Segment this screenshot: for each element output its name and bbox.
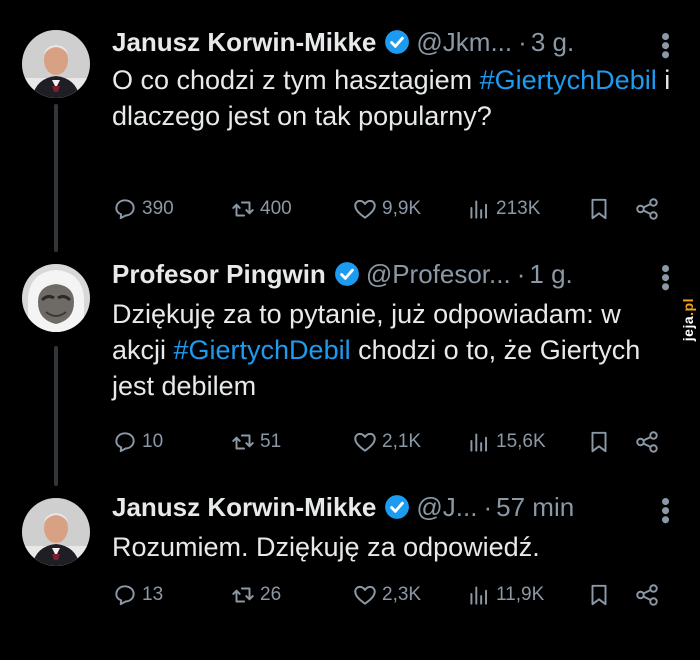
views-count: 15,6K	[496, 431, 546, 452]
repost-count: 400	[260, 198, 292, 219]
watermark-logo: jeja.pl	[680, 298, 696, 341]
views-icon	[470, 200, 488, 219]
repost-button[interactable]: 26	[230, 580, 281, 610]
repost-count: 51	[260, 431, 282, 452]
share-icon	[636, 198, 658, 220]
share-icon	[636, 584, 658, 606]
more-icon[interactable]: •••	[651, 264, 681, 291]
views-count: 213K	[496, 198, 541, 219]
views-button[interactable]: 15,6K	[466, 427, 546, 457]
reply-count: 13	[142, 584, 164, 605]
tweet-header: Janusz Korwin-Mikke @J... · 57 min	[112, 489, 574, 525]
share-button[interactable]	[634, 580, 660, 610]
bookmark-icon	[591, 198, 607, 220]
repost-icon	[232, 434, 254, 450]
avatar[interactable]	[22, 498, 90, 566]
author-name[interactable]: Profesor Pingwin	[112, 259, 326, 290]
watermark-brand: jeja	[680, 315, 696, 342]
action-bar: 10 51 2,1K 15,6K	[112, 427, 672, 457]
like-button[interactable]: 9,9K	[352, 194, 421, 224]
share-button[interactable]	[634, 427, 660, 457]
tweet-text: O co chodzi z tym hasztagiem #GiertychDe…	[112, 62, 672, 134]
reply-icon	[115, 432, 135, 453]
reply-button[interactable]: 13	[112, 580, 163, 610]
timestamp[interactable]: 3 g.	[531, 27, 574, 58]
share-icon	[636, 431, 658, 453]
reply-icon	[115, 199, 135, 220]
action-bar: 13 26 2,3K 11,9K	[112, 580, 672, 610]
views-icon	[470, 433, 488, 452]
like-button[interactable]: 2,1K	[352, 427, 421, 457]
repost-button[interactable]: 51	[230, 427, 281, 457]
tweet-text: Rozumiem. Dziękuję za odpowiedź.	[112, 529, 672, 565]
bookmark-button[interactable]	[586, 427, 612, 457]
author-name[interactable]: Janusz Korwin-Mikke	[112, 492, 376, 523]
avatar[interactable]	[22, 30, 90, 98]
like-count: 9,9K	[382, 198, 422, 219]
repost-icon	[232, 201, 254, 217]
like-count: 2,3K	[382, 584, 422, 605]
tweet-text-part: Rozumiem. Dziękuję za odpowiedź.	[112, 532, 540, 562]
like-count: 2,1K	[382, 431, 422, 452]
views-count: 11,9K	[496, 584, 545, 605]
repost-icon	[232, 587, 254, 603]
reply-button[interactable]: 10	[112, 427, 163, 457]
more-icon[interactable]: •••	[651, 497, 681, 524]
like-icon	[354, 199, 376, 219]
timestamp[interactable]: 1 g.	[529, 259, 572, 290]
tweet-text: Dziękuję za to pytanie, już odpowiadam: …	[112, 296, 672, 404]
separator-dot: ·	[518, 26, 527, 57]
like-icon	[354, 585, 376, 605]
verified-badge-icon	[385, 30, 410, 54]
separator-dot: ·	[516, 258, 526, 289]
author-handle[interactable]: @J...	[416, 492, 477, 523]
separator-dot: ·	[483, 491, 493, 522]
avatar[interactable]	[22, 264, 90, 332]
tweet-text-part: O co chodzi z tym hasztagiem	[112, 65, 480, 95]
more-icon[interactable]: •••	[651, 32, 681, 59]
like-button[interactable]: 2,3K	[352, 580, 421, 610]
bookmark-button[interactable]	[586, 194, 612, 224]
reply-button[interactable]: 390	[112, 194, 174, 224]
share-button[interactable]	[634, 194, 660, 224]
bookmark-icon	[591, 431, 607, 453]
hashtag-link[interactable]: #GiertychDebil	[174, 335, 351, 365]
author-name[interactable]: Janusz Korwin-Mikke	[112, 27, 376, 58]
tweet-header: Profesor Pingwin @Profesor... · 1 g.	[112, 256, 573, 292]
repost-count: 26	[260, 584, 282, 605]
views-icon	[470, 586, 488, 605]
reply-count: 390	[142, 198, 174, 219]
thread-line	[54, 104, 58, 252]
views-button[interactable]: 213K	[466, 194, 540, 224]
timestamp[interactable]: 57 min	[496, 492, 574, 523]
reply-icon	[115, 585, 135, 606]
verified-badge-icon	[334, 262, 359, 286]
action-bar: 390 400 9,9K 213K	[112, 194, 672, 224]
bookmark-icon	[591, 584, 607, 606]
repost-button[interactable]: 400	[230, 194, 292, 224]
hashtag-link[interactable]: #GiertychDebil	[480, 65, 657, 95]
reply-count: 10	[142, 431, 164, 452]
like-icon	[354, 432, 376, 452]
views-button[interactable]: 11,9K	[466, 580, 544, 610]
thread-line	[54, 346, 58, 486]
tweet-header: Janusz Korwin-Mikke @Jkm... · 3 g.	[112, 24, 574, 60]
author-handle[interactable]: @Profesor...	[366, 259, 511, 290]
watermark-tld: .pl	[680, 298, 696, 316]
author-handle[interactable]: @Jkm...	[416, 27, 512, 58]
verified-badge-icon	[385, 495, 410, 519]
bookmark-button[interactable]	[586, 580, 612, 610]
